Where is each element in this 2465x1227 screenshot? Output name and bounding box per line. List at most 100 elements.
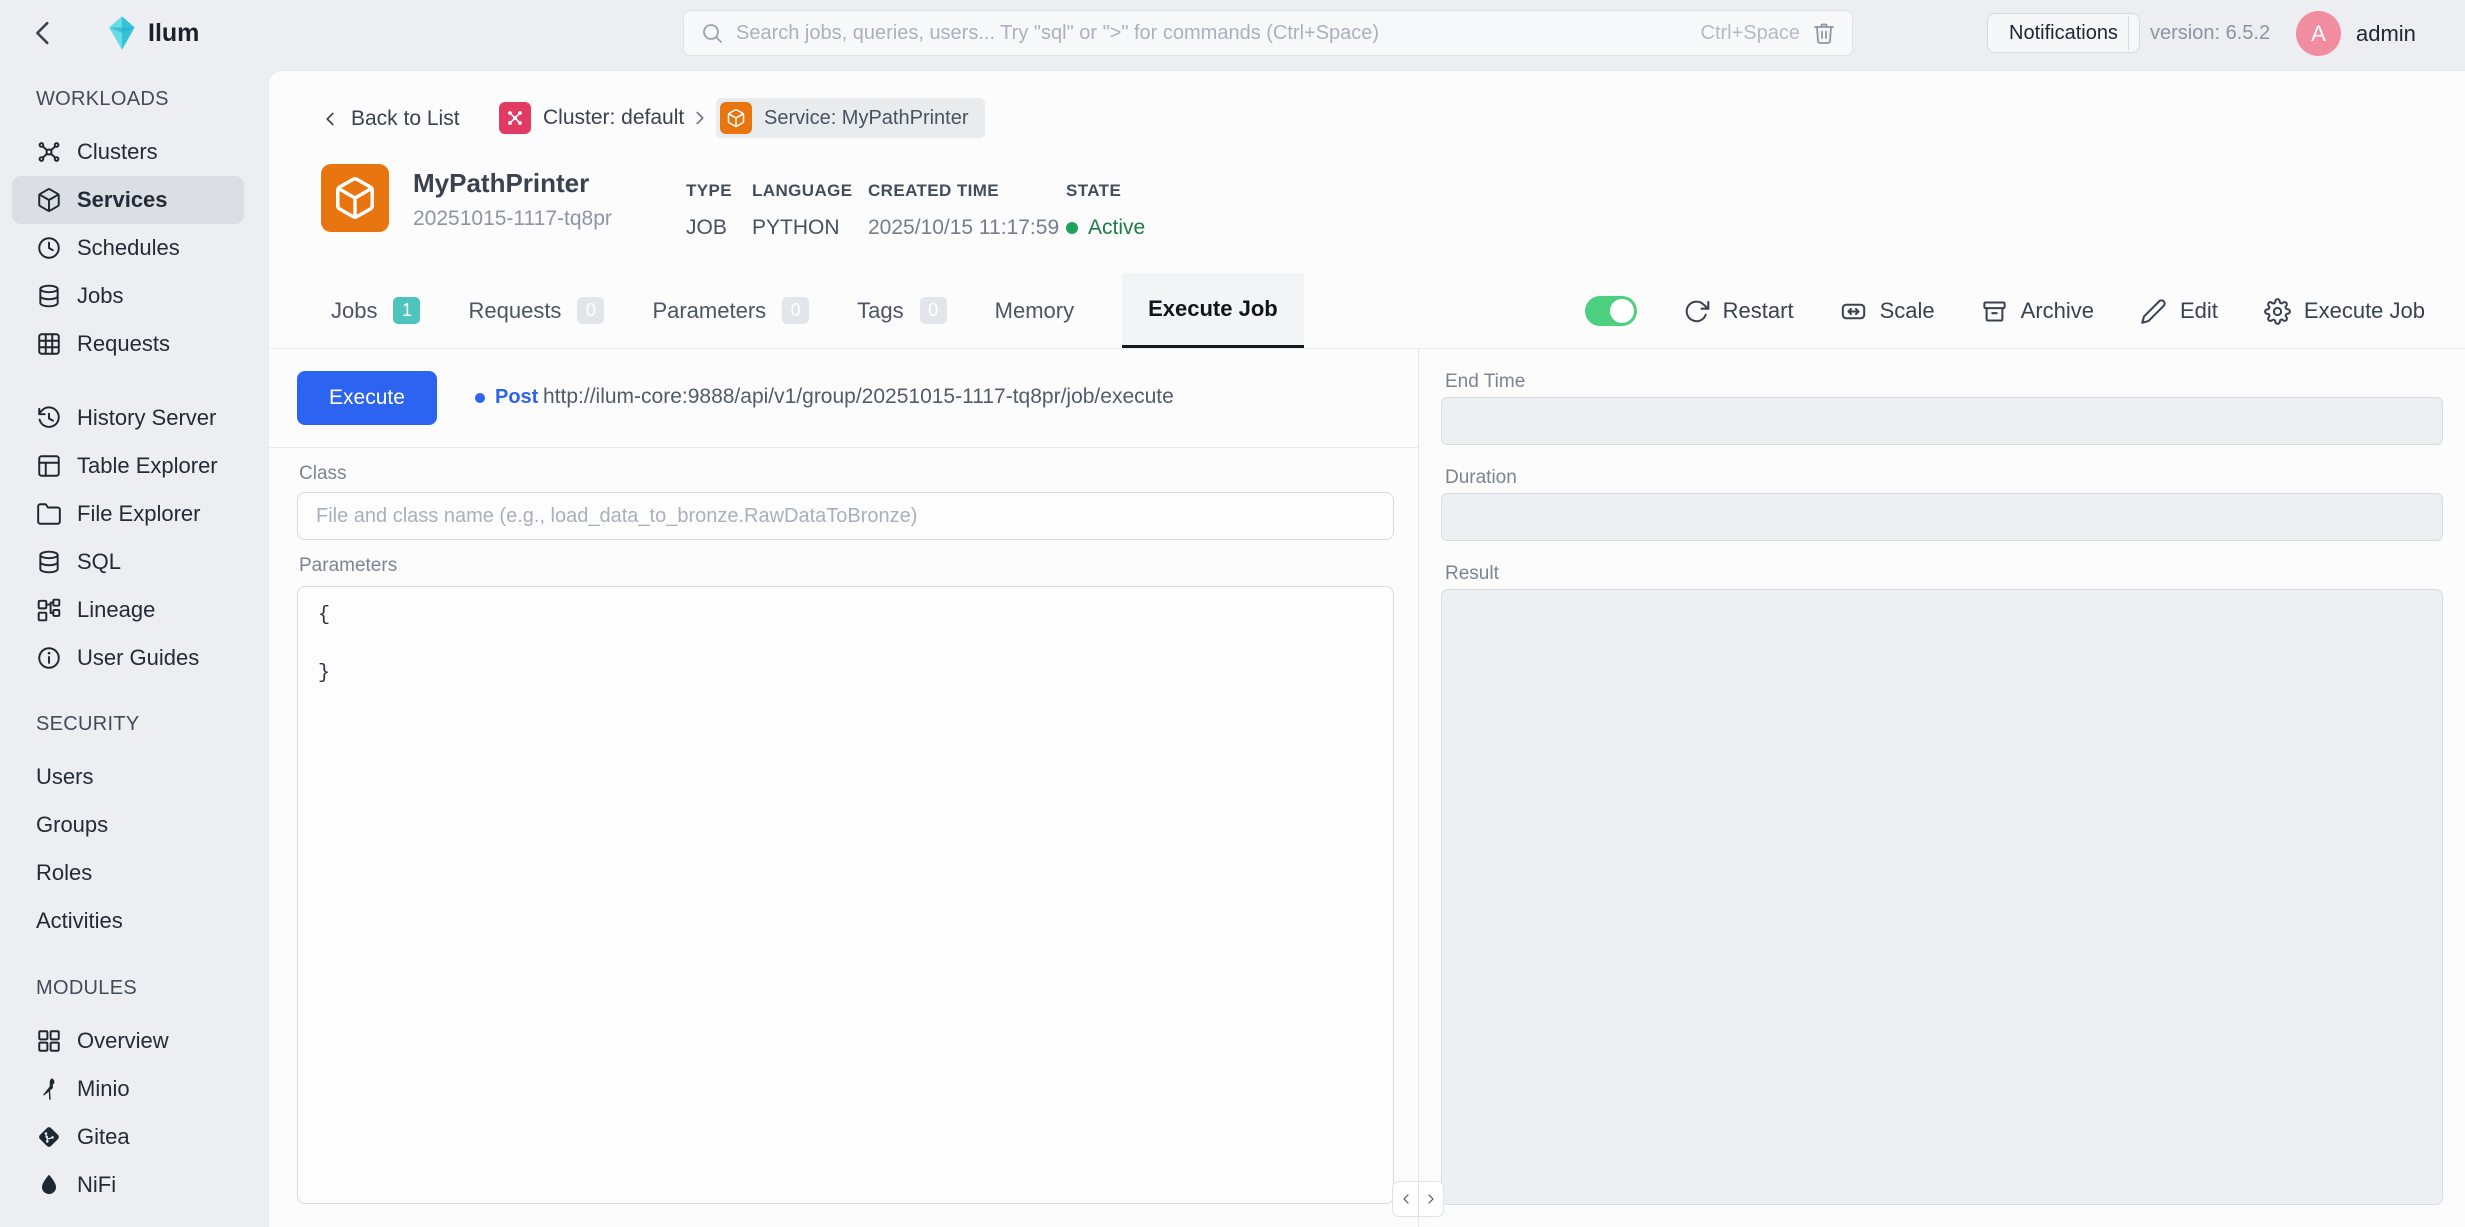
avatar[interactable]: A <box>2296 11 2341 56</box>
tab-parameters[interactable]: Parameters 0 <box>652 273 809 348</box>
tab-badge: 0 <box>782 297 809 324</box>
meta-label: TYPE <box>686 181 732 201</box>
meta-value: 2025/10/15 11:17:59 <box>868 216 1059 240</box>
sidebar-item-groups[interactable]: Groups <box>0 801 244 849</box>
archive-button[interactable]: Archive <box>1981 298 2094 325</box>
sidebar: WORKLOADS Clusters Services Schedules Jo… <box>0 66 268 1227</box>
sidebar-item-schedules[interactable]: Schedules <box>0 224 244 272</box>
sidebar-item-lineage[interactable]: Lineage <box>0 586 244 634</box>
service-group-id: 20251015-1117-tq8pr <box>413 207 612 231</box>
sidebar-item-label: Table Explorer <box>77 453 218 479</box>
execute-job-button[interactable]: Execute Job <box>2264 298 2425 325</box>
sidebar-item-history-server[interactable]: History Server <box>0 394 244 442</box>
meta-state: STATE Active <box>1066 181 1145 240</box>
state-badge: Active <box>1088 216 1145 240</box>
tab-tags[interactable]: Tags 0 <box>857 273 946 348</box>
restart-button[interactable]: Restart <box>1683 298 1794 325</box>
toggle-knob <box>1610 299 1634 323</box>
meta-value: PYTHON <box>752 216 852 240</box>
meta-label: LANGUAGE <box>752 181 852 201</box>
sidebar-item-overview[interactable]: Overview <box>0 1017 244 1065</box>
ilum-app: Ilum Ctrl+Space Notifications version: 6… <box>0 0 2465 1227</box>
post-method-label: Post <box>495 386 538 409</box>
collapse-right-button[interactable] <box>1418 1181 1444 1217</box>
sidebar-item-user-guides[interactable]: User Guides <box>0 634 244 682</box>
breadcrumb-service-chip[interactable]: Service: MyPathPrinter <box>716 98 985 138</box>
clear-search-icon[interactable] <box>1812 21 1836 45</box>
sidebar-item-file-explorer[interactable]: File Explorer <box>0 490 244 538</box>
nifi-icon <box>36 1172 62 1198</box>
sidebar-item-requests[interactable]: Requests <box>0 320 244 368</box>
ilum-logo-icon <box>103 14 141 52</box>
edit-button[interactable]: Edit <box>2140 298 2218 325</box>
end-time-input <box>1441 397 2443 445</box>
minio-icon <box>36 1076 62 1102</box>
breadcrumb-service-label: Service: MyPathPrinter <box>764 107 969 130</box>
tab-jobs[interactable]: Jobs 1 <box>331 273 420 348</box>
parameters-textarea[interactable]: { } <box>297 586 1394 1204</box>
tab-execute-job[interactable]: Execute Job <box>1122 273 1304 348</box>
tab-label: Jobs <box>331 298 377 324</box>
meta-value: JOB <box>686 216 732 240</box>
sidebar-item-nifi[interactable]: NiFi <box>0 1161 244 1209</box>
sidebar-item-activities[interactable]: Activities <box>0 897 244 945</box>
breadcrumb-cluster[interactable]: Cluster: default <box>499 100 684 136</box>
main-content: Back to List Cluster: default Service: M… <box>268 70 2465 1227</box>
sidebar-item-sql[interactable]: SQL <box>0 538 244 586</box>
meta-label: STATE <box>1066 181 1145 201</box>
tab-label: Tags <box>857 298 903 324</box>
execute-form-panel: Execute Post http://ilum-core:9888/api/v… <box>269 349 1418 1227</box>
search-input[interactable] <box>736 22 1689 45</box>
chevron-left-icon <box>1398 1191 1414 1207</box>
meta-type: TYPE JOB <box>686 181 732 240</box>
global-search[interactable]: Ctrl+Space <box>683 10 1853 56</box>
service-enabled-toggle[interactable] <box>1585 296 1637 326</box>
tab-label: Execute Job <box>1148 296 1278 322</box>
post-method-dot <box>475 393 485 403</box>
search-shortcut-hint: Ctrl+Space <box>1701 22 1801 45</box>
class-input[interactable] <box>297 492 1394 540</box>
scale-button[interactable]: Scale <box>1840 298 1935 325</box>
collapse-left-button[interactable] <box>1392 1181 1418 1217</box>
sidebar-item-label: NiFi <box>77 1172 116 1198</box>
sidebar-section-modules: MODULES Overview Minio Gitea NiFi <box>0 977 268 1209</box>
service-controls: Restart Scale Archive Edit Execute Job <box>1585 273 2425 349</box>
sidebar-item-gitea[interactable]: Gitea <box>0 1113 244 1161</box>
notifications-button[interactable]: Notifications <box>1987 13 2140 53</box>
sidebar-item-label: Groups <box>36 812 108 838</box>
class-label: Class <box>299 463 347 485</box>
execute-endpoint-url: http://ilum-core:9888/api/v1/group/20251… <box>543 385 1174 409</box>
tab-memory[interactable]: Memory <box>995 273 1074 348</box>
archive-label: Archive <box>2021 298 2094 324</box>
execute-button[interactable]: Execute <box>297 371 437 425</box>
sidebar-item-table-explorer[interactable]: Table Explorer <box>0 442 244 490</box>
breadcrumb-back[interactable]: Back to List <box>319 102 460 136</box>
sidebar-item-users[interactable]: Users <box>0 753 244 801</box>
gear-icon <box>2264 298 2291 325</box>
chevron-right-icon <box>1423 1191 1439 1207</box>
user-guides-icon <box>36 645 62 671</box>
requests-icon <box>36 331 62 357</box>
top-bar: Ilum Ctrl+Space Notifications version: 6… <box>0 0 2465 66</box>
meta-created-time: CREATED TIME 2025/10/15 11:17:59 <box>868 181 1059 240</box>
cluster-icon <box>499 102 531 134</box>
execute-job-label: Execute Job <box>2304 298 2425 324</box>
sidebar-item-label: Lineage <box>77 597 155 623</box>
meta-language: LANGUAGE PYTHON <box>752 181 852 240</box>
sidebar-item-services[interactable]: Services <box>12 176 244 224</box>
sidebar-item-label: Schedules <box>77 235 180 261</box>
tab-requests[interactable]: Requests 0 <box>468 273 604 348</box>
sidebar-item-label: History Server <box>77 405 216 431</box>
brand-name: Ilum <box>148 19 199 48</box>
sidebar-item-clusters[interactable]: Clusters <box>0 128 244 176</box>
history-server-icon <box>36 405 62 431</box>
sidebar-item-roles[interactable]: Roles <box>0 849 244 897</box>
parameters-label: Parameters <box>299 555 397 577</box>
back-arrow-icon[interactable] <box>26 16 60 50</box>
meta-label: CREATED TIME <box>868 181 1059 201</box>
result-panel: End Time Duration Result <box>1419 349 2465 1227</box>
sidebar-item-jobs[interactable]: Jobs <box>0 272 244 320</box>
table-explorer-icon <box>36 453 62 479</box>
sidebar-item-minio[interactable]: Minio <box>0 1065 244 1113</box>
edit-label: Edit <box>2180 298 2218 324</box>
